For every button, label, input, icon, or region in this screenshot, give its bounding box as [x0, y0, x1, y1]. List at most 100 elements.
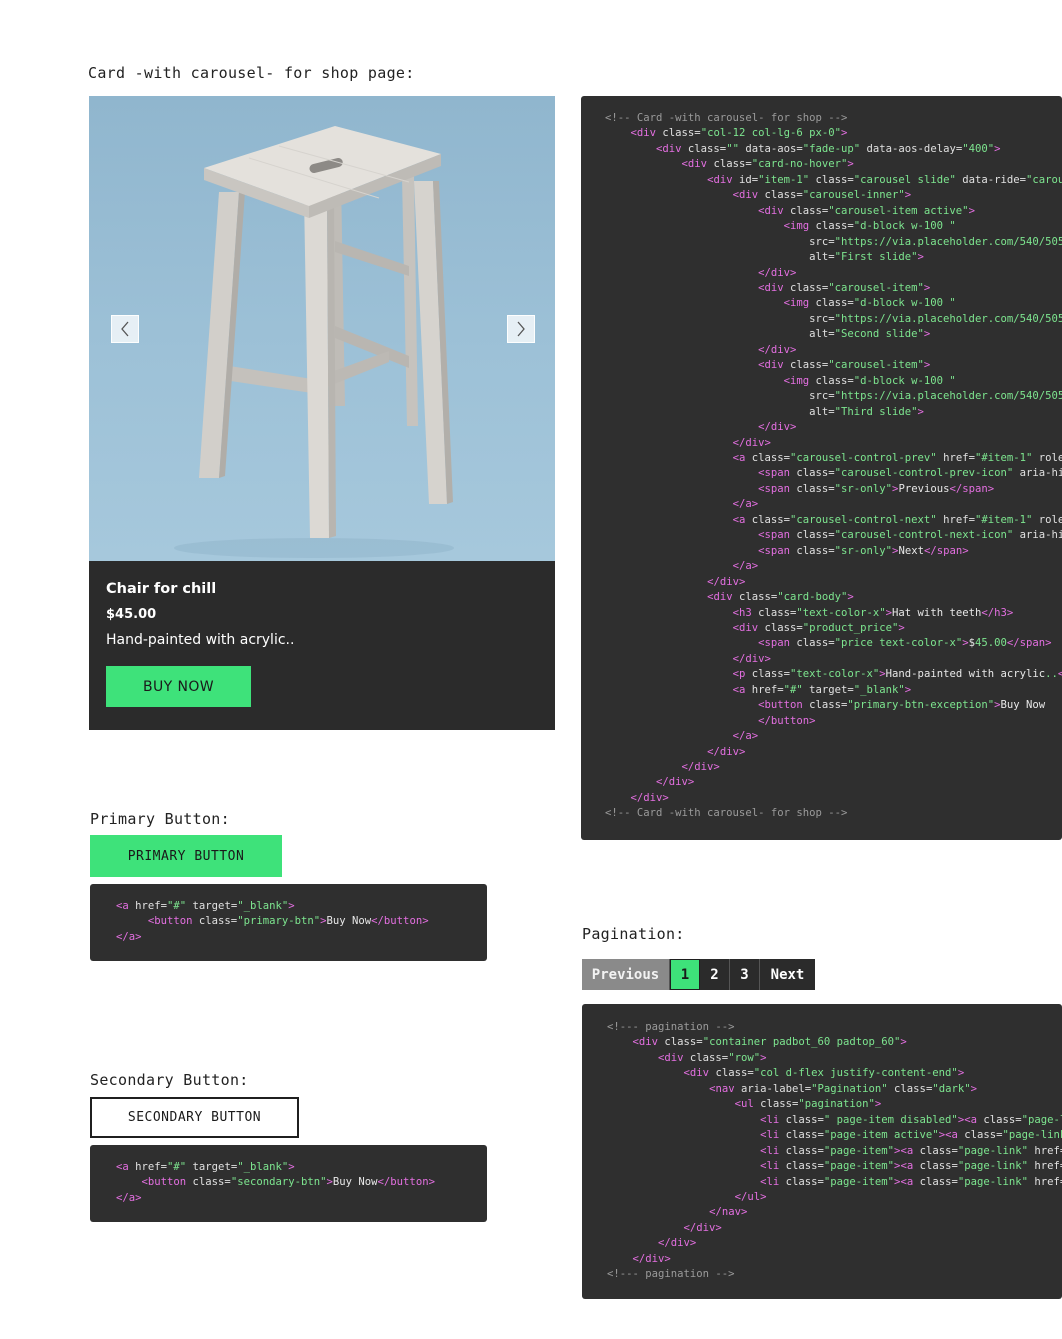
- code-line: </div>: [758, 266, 797, 279]
- code-line: <nav aria-label="Pagination" class="dark…: [709, 1082, 977, 1095]
- secondary-button-code-listing: <a href="#" target="_blank"> <button cla…: [90, 1145, 487, 1206]
- pagination-next[interactable]: Next: [760, 959, 815, 990]
- code-line: <a class="carousel-control-next" href="#…: [732, 513, 1062, 526]
- carousel-prev-button[interactable]: [111, 315, 139, 343]
- code-line: </div>: [630, 791, 669, 804]
- code-line: <div class="carousel-item">: [758, 281, 931, 294]
- code-line: <div class="container padbot_60 padtop_6…: [632, 1036, 907, 1049]
- pagination-page-2[interactable]: 2: [700, 959, 730, 990]
- code-line: <button class="secondary-btn">Buy Now</b…: [141, 1176, 435, 1189]
- code-line: </a>: [116, 1191, 142, 1204]
- code-line: <!--- pagination -->: [607, 1021, 735, 1033]
- pagination-previous[interactable]: Previous: [582, 959, 670, 990]
- code-line: <div class="col-12 col-lg-6 px-0">: [630, 127, 848, 140]
- code-line: <button class="primary-btn">Buy Now</but…: [147, 915, 429, 928]
- code-line: <div class="carousel-item active">: [758, 204, 975, 217]
- code-line: <li class=" page-item disabled"><a class…: [760, 1113, 1062, 1126]
- code-line: <button class="primary-btn-exception">Bu…: [758, 699, 1046, 712]
- pagination-page-1[interactable]: 1: [670, 959, 700, 990]
- code-line: </button>: [758, 714, 816, 727]
- code-line: </div>: [732, 436, 771, 449]
- primary-button[interactable]: PRIMARY BUTTON: [90, 835, 282, 877]
- buy-now-button[interactable]: BUY NOW: [106, 666, 251, 707]
- chevron-left-icon: [121, 321, 129, 337]
- code-line: <span class="carousel-control-next-icon"…: [758, 529, 1062, 542]
- card-code-listing: <!-- Card -with carousel- for shop --> <…: [581, 96, 1062, 822]
- code-line: </div>: [758, 421, 797, 434]
- code-line: src="https://via.placeholder.com/540/505…: [809, 312, 1062, 325]
- code-line: <span class="carousel-control-prev-icon"…: [758, 467, 1062, 480]
- product-image: [89, 96, 555, 561]
- stool-illustration: [174, 126, 454, 558]
- code-line: </div>: [732, 652, 771, 665]
- code-line: </div>: [707, 575, 746, 588]
- code-line: </a>: [116, 930, 142, 943]
- code-line: <img class="d-block w-100 ": [783, 297, 956, 310]
- code-line: <span class="sr-only">Previous</span>: [758, 482, 995, 495]
- primary-button-section-label: Primary Button:: [90, 810, 230, 828]
- code-line: <li class="page-item active"><a class="p…: [760, 1129, 1062, 1142]
- code-line: <!--- pagination -->: [607, 1268, 735, 1281]
- card-code-block: <!-- Card -with carousel- for shop --> <…: [581, 96, 1062, 840]
- card-section-label: Card -with carousel- for shop page:: [88, 64, 415, 82]
- carousel-next-button[interactable]: [507, 315, 535, 343]
- code-line: <a href="#" target="_blank">: [732, 683, 912, 696]
- code-line: <ul class="pagination">: [734, 1098, 882, 1111]
- code-line: <img class="d-block w-100 ": [783, 220, 956, 233]
- code-line: <img class="d-block w-100 ": [783, 374, 956, 387]
- code-line: </ul>: [734, 1190, 767, 1203]
- code-line: alt="Second slide">: [809, 328, 931, 341]
- code-line: <h3 class="text-color-x">Hat with teeth<…: [732, 606, 1014, 619]
- pagination: Previous 1 2 3 Next: [582, 959, 815, 990]
- code-line: <span class="price text-color-x">$45.00<…: [758, 637, 1052, 650]
- code-line: </div>: [658, 1237, 697, 1250]
- code-line: <a href="#" target="_blank">: [116, 1161, 295, 1173]
- code-line: <li class="page-item"><a class="page-lin…: [760, 1175, 1062, 1188]
- code-line: src="https://via.placeholder.com/540/505…: [809, 235, 1062, 248]
- code-line: <div class="carousel-item">: [758, 359, 931, 372]
- secondary-button-code-block: <a href="#" target="_blank"> <button cla…: [90, 1145, 487, 1222]
- code-line: <!-- Card -with carousel- for shop -->: [605, 112, 848, 124]
- code-line: <li class="page-item"><a class="page-lin…: [760, 1144, 1062, 1157]
- code-line: <div class="product_price">: [732, 621, 905, 634]
- primary-button-code-listing: <a href="#" target="_blank"> <button cla…: [90, 884, 487, 945]
- code-line: <a class="carousel-control-prev" href="#…: [732, 451, 1062, 464]
- code-line: <div id="item-1" class="carousel slide" …: [707, 173, 1062, 186]
- pagination-code-listing: <!--- pagination --> <div class="contain…: [582, 1004, 1062, 1283]
- code-line: <div class="carousel-inner">: [732, 189, 912, 202]
- code-line: <li class="page-item"><a class="page-lin…: [760, 1160, 1062, 1173]
- secondary-button[interactable]: SECONDARY BUTTON: [90, 1097, 299, 1138]
- code-line: <div class="col d-flex justify-content-e…: [683, 1067, 965, 1080]
- code-line: alt="Third slide">: [809, 405, 924, 418]
- secondary-button-section-label: Secondary Button:: [90, 1071, 249, 1089]
- code-line: <div class="" data-aos="fade-up" data-ao…: [656, 142, 1001, 155]
- code-line: </nav>: [709, 1206, 748, 1219]
- pagination-page-3[interactable]: 3: [730, 959, 760, 990]
- primary-button-code-block: <a href="#" target="_blank"> <button cla…: [90, 884, 487, 961]
- code-line: </a>: [732, 730, 759, 743]
- product-card: Chair for chill $45.00 Hand-painted with…: [89, 96, 555, 730]
- code-line: <p class="text-color-x">Hand-painted wit…: [732, 668, 1062, 681]
- code-line: <!-- Card -with carousel- for shop -->: [605, 807, 848, 820]
- code-line: </div>: [632, 1252, 671, 1265]
- code-line: <div class="card-body">: [707, 591, 854, 604]
- code-line: </div>: [758, 343, 797, 356]
- code-line: <span class="sr-only">Next</span>: [758, 544, 969, 557]
- code-line: alt="First slide">: [809, 251, 924, 264]
- code-line: src="https://via.placeholder.com/540/505…: [809, 390, 1062, 403]
- card-description: Hand-painted with acrylic..: [106, 632, 295, 648]
- code-line: </div>: [683, 1221, 722, 1234]
- code-line: </a>: [732, 560, 759, 573]
- code-line: </div>: [707, 745, 746, 758]
- code-line: </div>: [681, 761, 720, 774]
- card-price: $45.00: [106, 607, 157, 622]
- code-line: <a href="#" target="_blank">: [116, 900, 295, 912]
- pagination-code-block: <!--- pagination --> <div class="contain…: [582, 1004, 1062, 1299]
- card-title: Chair for chill: [106, 581, 217, 597]
- pagination-section-label: Pagination:: [582, 925, 685, 943]
- code-line: </a>: [732, 498, 759, 511]
- chevron-right-icon: [517, 321, 525, 337]
- code-line: <div class="card-no-hover">: [681, 158, 854, 171]
- card-body: Chair for chill $45.00 Hand-painted with…: [89, 561, 555, 707]
- code-line: </div>: [656, 776, 695, 789]
